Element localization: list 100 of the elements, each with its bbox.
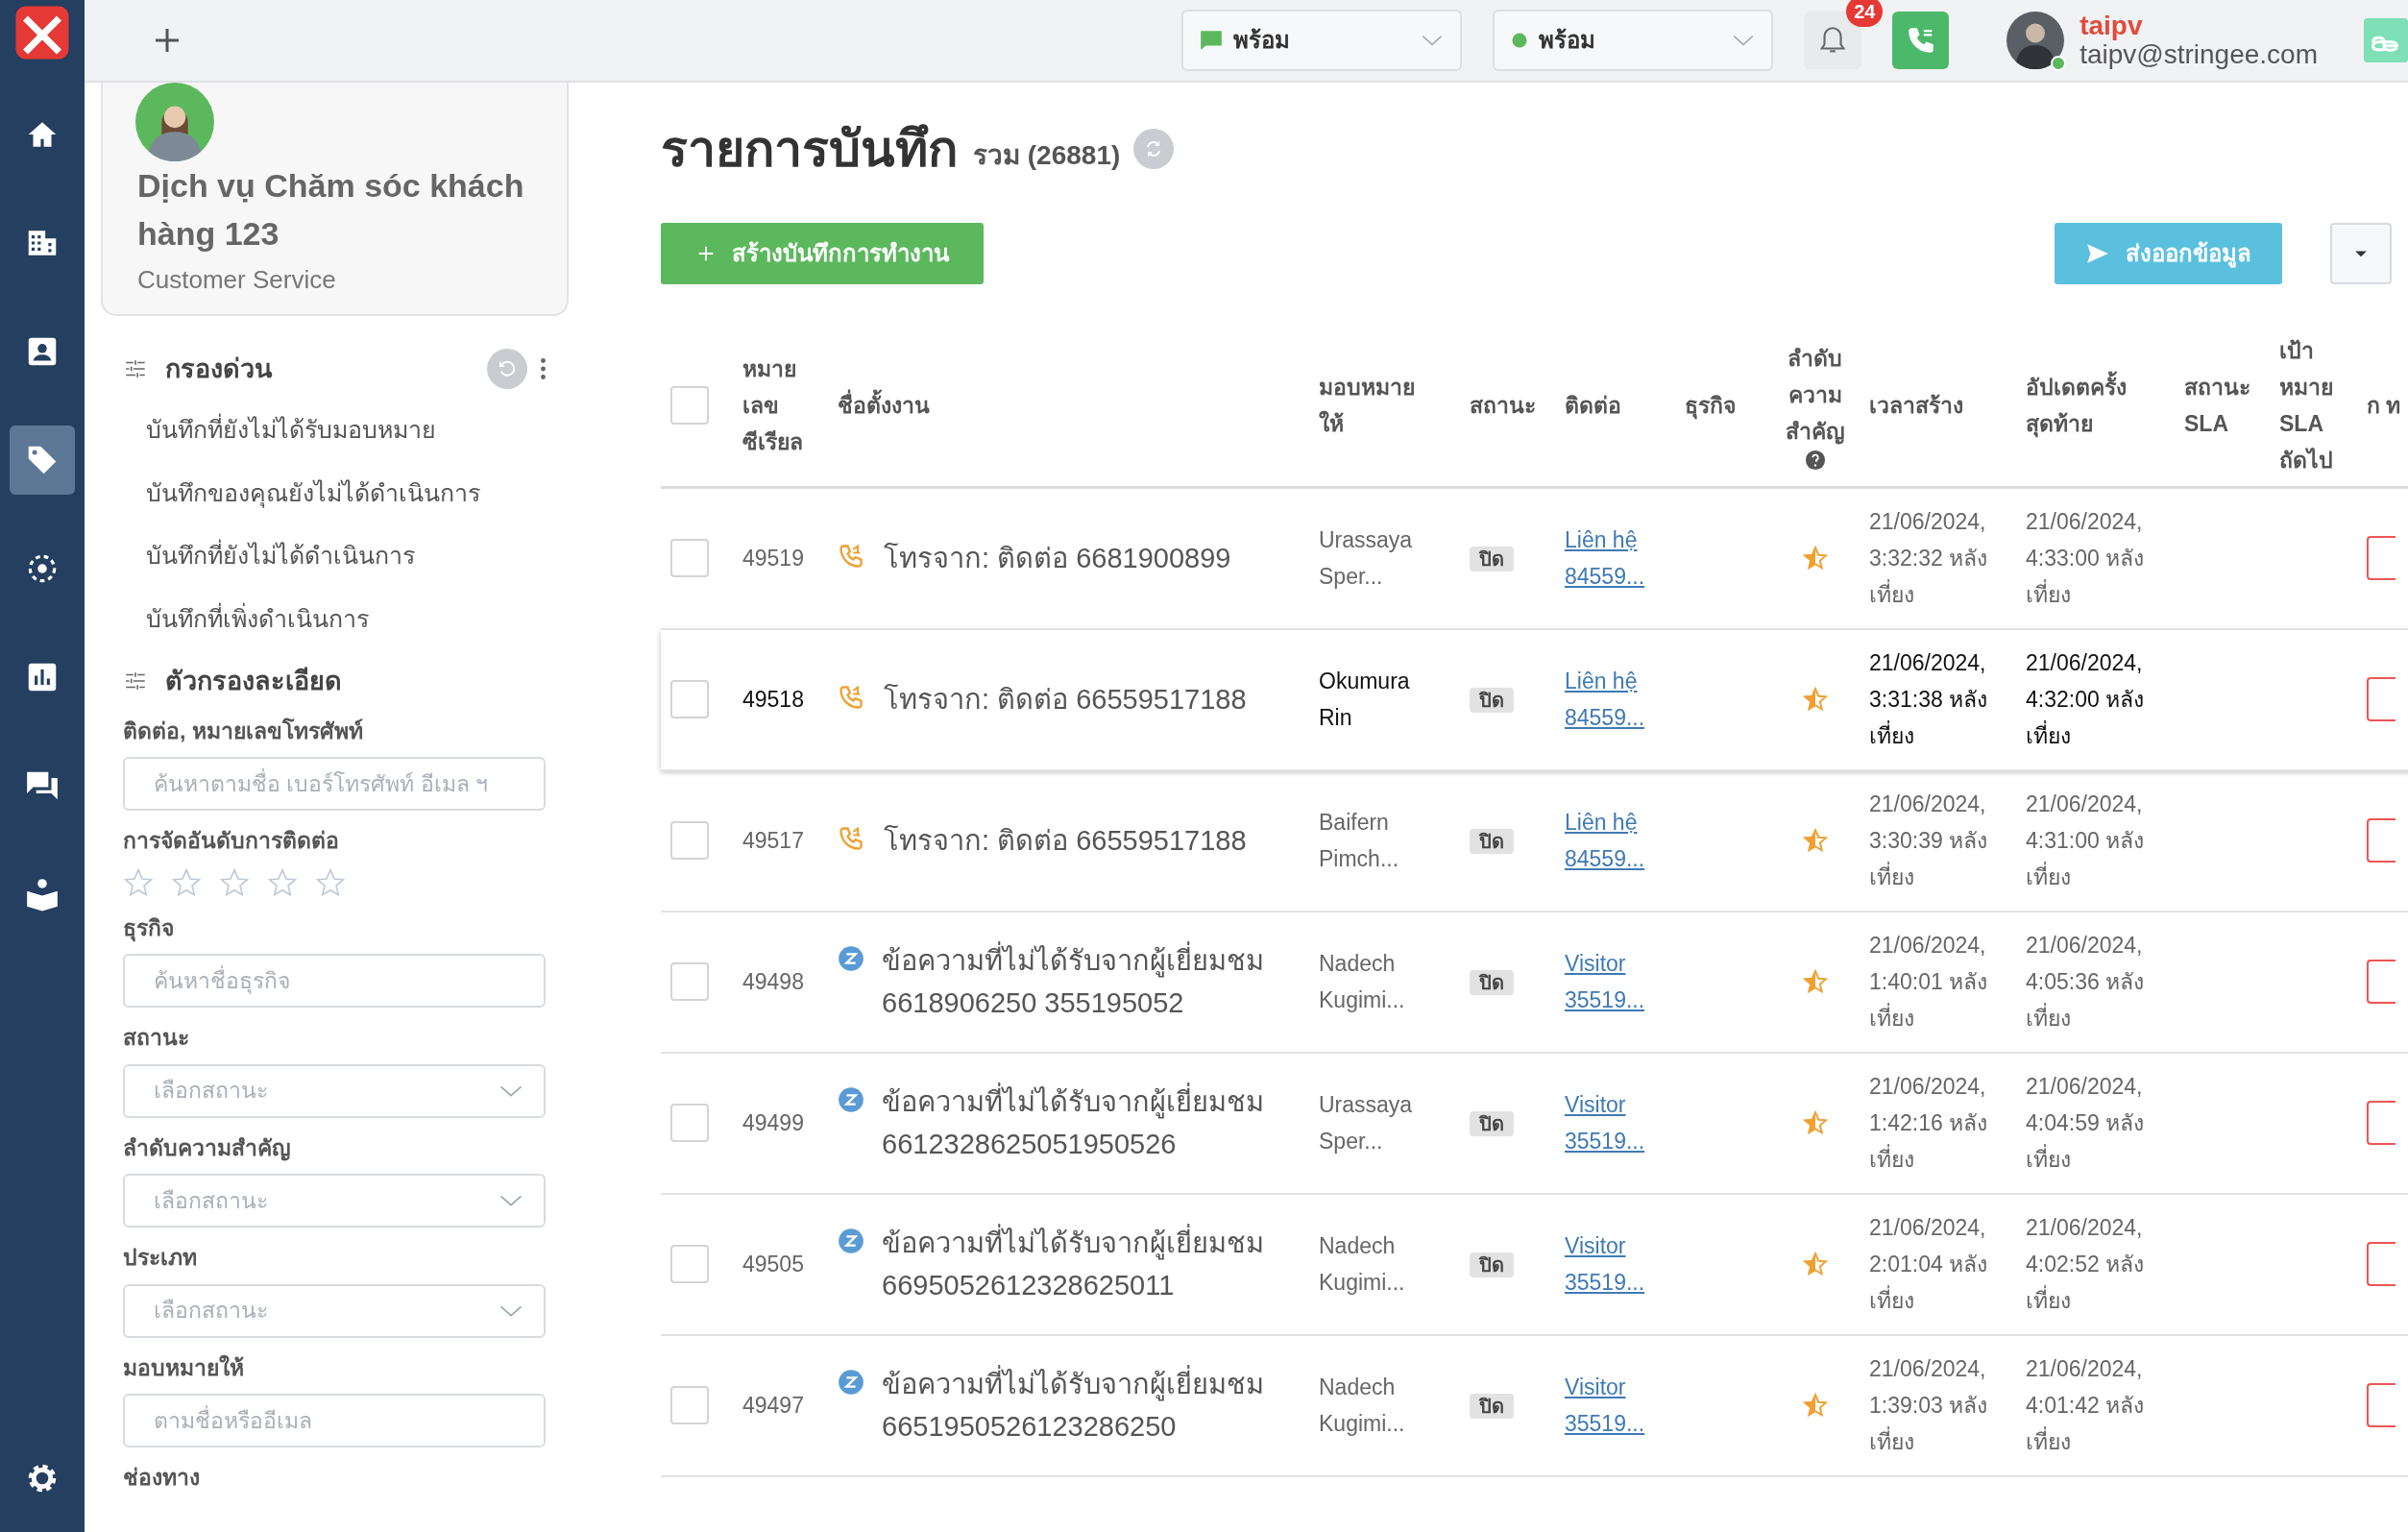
user-name: taipv (2080, 12, 2144, 40)
serial-cell: 49519 (733, 487, 828, 629)
logo-icon[interactable] (13, 4, 71, 61)
half-star-icon (1802, 969, 1828, 994)
field-label: ช่องทาง (123, 1464, 201, 1492)
avatar-icon (2007, 12, 2065, 69)
notification-count: 24 (1846, 0, 1884, 27)
serial-cell: 49505 (733, 1193, 828, 1335)
action-button[interactable] (2367, 960, 2396, 1004)
updated-time-cell: 21/06/2024, 4:01:42 หลังเที่ยง (2016, 1334, 2175, 1476)
assignee-cell: Okumura Rin (1309, 628, 1460, 770)
serial-cell: 49499 (733, 1052, 828, 1194)
task-title: ข้อความที่ไม่ได้รับจากผู้เยี่ยมชม 6618906250 355195052 (882, 939, 1300, 1024)
section-title: ตัวกรองละเอียด (165, 666, 342, 697)
contact-link[interactable]: Visitor 35519... (1565, 1086, 1666, 1159)
status-tag: ปิด (1470, 969, 1514, 995)
column-header: อัปเดตครั้งสุดท้าย (2016, 325, 2175, 488)
task-title: โทรจาก: ติดต่อ 66559517188 (884, 824, 1247, 858)
action-button[interactable] (2367, 1242, 2396, 1286)
serial-cell: 49518 (733, 628, 828, 770)
status-select[interactable]: พร้อม (1180, 10, 1463, 71)
checkbox[interactable] (670, 1245, 709, 1283)
updated-time-cell: 21/06/2024, 4:31:00 หลังเที่ยง (2016, 769, 2175, 912)
assignee-cell: Nadech Kugimi... (1309, 1193, 1460, 1335)
column-header: มอบหมายให้ (1309, 325, 1460, 488)
quick-filter-item[interactable]: บันทึกที่เพิ่งดำเนินการ (123, 587, 369, 650)
phone-icon (838, 684, 864, 711)
action-button[interactable] (2367, 1101, 2396, 1145)
contact-link[interactable]: Visitor 35519... (1565, 1369, 1666, 1442)
updated-time-cell: 21/06/2024, 4:33:00 หลังเที่ยง (2016, 487, 2175, 629)
action-button[interactable] (2367, 536, 2396, 581)
created-time-cell: 21/06/2024, 1:42:16 หลังเที่ยง (1860, 1052, 2016, 1194)
assignee-cell: Nadech Kugimi... (1309, 1334, 1460, 1476)
task-title: โทรจาก: ติดต่อ 66559517188 (884, 683, 1247, 717)
status-tag: ปิด (1470, 1393, 1514, 1419)
half-star-icon (1802, 687, 1828, 712)
contact-link[interactable]: Liên hệ 84559... (1565, 663, 1666, 736)
status-tag: ปิด (1470, 546, 1514, 571)
star-icon (123, 866, 154, 898)
input-field[interactable]: ค้นหาตามชื่อ เบอร์โทรศัพท์ อีเมล ฯ (123, 757, 546, 811)
checkbox[interactable] (670, 821, 709, 860)
created-time-cell: 21/06/2024, 3:31:38 หลังเที่ยง (1860, 628, 2016, 770)
create-button[interactable]: สร้างบันทึกการทำงาน (661, 223, 984, 284)
column-header: ธุรกิจ (1675, 325, 1770, 488)
more-button[interactable] (541, 358, 546, 379)
assignee-cell: Urassaya Sper... (1309, 487, 1460, 629)
task-title: ข้อความที่ไม่ได้รับจากผู้เยี่ยมชม 6695052612328625011 (882, 1222, 1300, 1306)
field-label: ติดต่อ, หมายเลขโทรศัพท์ (123, 717, 364, 745)
checkbox[interactable] (670, 680, 709, 718)
status-tag: ปิด (1470, 1110, 1514, 1136)
contact-link[interactable]: Visitor 35519... (1565, 1228, 1666, 1301)
phone-button[interactable] (1892, 12, 1950, 69)
created-time-cell: 21/06/2024, 1:39:03 หลังเที่ยง (1860, 1334, 2016, 1476)
assignee-cell: Baifern Pimch... (1309, 769, 1460, 912)
created-time-cell: 21/06/2024, 3:30:39 หลังเที่ยง (1860, 769, 2016, 912)
phone-icon (838, 543, 864, 571)
contact-link[interactable]: Liên hệ 84559... (1565, 804, 1666, 877)
task-title: ข้อความที่ไม่ได้รับจากผู้เยี่ยมชม 6651950526123286250 (882, 1363, 1300, 1447)
chat-bubble-icon (838, 1228, 864, 1254)
task-title: โทรจาก: ติดต่อ 6681900899 (884, 542, 1231, 576)
half-star-icon (1802, 1252, 1828, 1277)
action-button[interactable] (2367, 1383, 2396, 1427)
total-count: รวม (26881) (973, 139, 1121, 172)
action-button[interactable] (2367, 677, 2396, 721)
checkbox[interactable] (670, 962, 709, 1001)
action-button[interactable] (2367, 818, 2396, 863)
star-icon (171, 866, 202, 898)
quick-filter-item[interactable]: บันทึกที่ยังไม่ได้ดำเนินการ (123, 524, 415, 588)
column-header: เป้าหมาย SLA ถัดไป (2270, 325, 2357, 488)
checkbox[interactable] (670, 539, 709, 578)
half-star-icon (1802, 828, 1828, 853)
column-header: ก ท (2357, 325, 2408, 488)
field-label: ลำดับความสำคัญ (123, 1133, 292, 1163)
status-select[interactable]: พร้อม (1493, 10, 1774, 71)
quick-filter-item[interactable]: บันทึกที่ยังไม่ได้รับมอบหมาย (123, 399, 436, 462)
book-icon (24, 876, 61, 912)
chat-bubble-icon (838, 945, 864, 972)
checkbox[interactable] (670, 386, 709, 425)
status-tag: ปิด (1470, 828, 1514, 854)
input-field[interactable]: ค้นหาชื่อธุรกิจ (123, 954, 546, 1008)
input-field[interactable]: ตามชื่อหรืออีเมล (123, 1394, 546, 1447)
field-label: ประเภท (123, 1244, 198, 1272)
contact-link[interactable]: Liên hệ 84559... (1565, 522, 1666, 596)
status-tag: ปิด (1470, 1252, 1514, 1277)
half-star-icon (1802, 546, 1828, 571)
star-icon (219, 866, 250, 898)
quick-filter-item[interactable]: บันทึกของคุณยังไม่ได้ดำเนินการ (123, 461, 480, 524)
nav-item[interactable] (10, 426, 75, 495)
contact-link[interactable]: Visitor 35519... (1565, 945, 1666, 1018)
column-header: สถานะ SLA (2175, 325, 2270, 488)
assignee-cell: Nadech Kugimi... (1309, 911, 1460, 1053)
updated-time-cell: 21/06/2024, 4:05:36 หลังเที่ยง (2016, 911, 2175, 1053)
checkbox[interactable] (670, 1386, 709, 1424)
checkbox[interactable] (670, 1104, 709, 1142)
star-icon (267, 866, 298, 898)
column-header: เวลาสร้าง (1860, 325, 2016, 488)
chat-bubble-icon (838, 1369, 864, 1396)
field-label: สถานะ (123, 1024, 190, 1052)
status-tag: ปิด (1470, 687, 1514, 713)
chat-bubble-icon (838, 1086, 864, 1113)
